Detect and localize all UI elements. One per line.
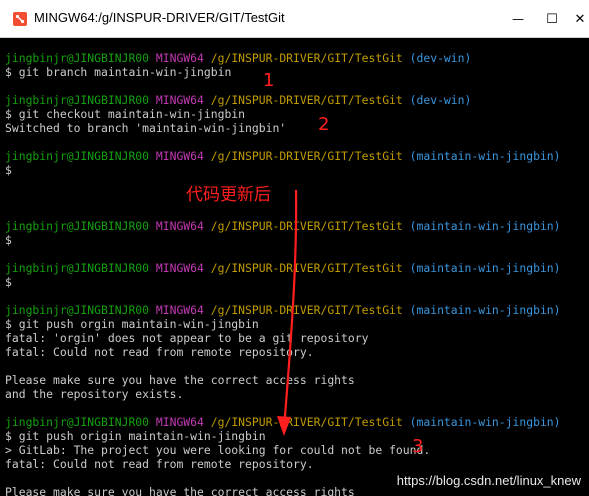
prompt-user-host: jingbinjr@JINGBINJR00 — [5, 51, 150, 65]
output-line: fatal: 'orgin' does not appear to be a g… — [5, 331, 369, 345]
prompt-line: jingbinjr@JINGBINJR00 MINGW64 /g/INSPUR-… — [5, 51, 471, 65]
prompt-line: jingbinjr@JINGBINJR00 MINGW64 /g/INSPUR-… — [5, 261, 561, 275]
command-line: $ git branch maintain-win-jingbin — [5, 65, 232, 79]
prompt-env: MINGW64 — [155, 149, 204, 163]
prompt-path: /g/INSPUR-DRIVER/GIT/TestGit — [210, 415, 403, 429]
annotation-note: 代码更新后 — [186, 185, 271, 205]
prompt-path: /g/INSPUR-DRIVER/GIT/TestGit — [210, 219, 403, 233]
command-line: $ — [5, 275, 12, 289]
close-icon: ✕ — [574, 11, 586, 27]
close-button[interactable]: ✕ — [568, 0, 589, 38]
prompt-path: /g/INSPUR-DRIVER/GIT/TestGit — [210, 303, 403, 317]
prompt-path: /g/INSPUR-DRIVER/GIT/TestGit — [210, 149, 403, 163]
prompt-env: MINGW64 — [155, 93, 204, 107]
prompt-branch: (maintain-win-jingbin) — [409, 303, 561, 317]
prompt-user-host: jingbinjr@JINGBINJR00 — [5, 219, 150, 233]
watermark: https://blog.csdn.net/linux_knew — [396, 473, 581, 488]
prompt-env: MINGW64 — [155, 415, 204, 429]
prompt-branch: (maintain-win-jingbin) — [409, 261, 561, 275]
terminal-area[interactable]: jingbinjr@JINGBINJR00 MINGW64 /g/INSPUR-… — [0, 38, 589, 496]
annotation-number-3: 3 — [412, 436, 424, 457]
git-bash-icon — [13, 12, 27, 26]
prompt-user-host: jingbinjr@JINGBINJR00 — [5, 303, 150, 317]
prompt-env: MINGW64 — [155, 219, 204, 233]
prompt-user-host: jingbinjr@JINGBINJR00 — [5, 415, 150, 429]
annotation-number-2: 2 — [318, 114, 330, 135]
prompt-line: jingbinjr@JINGBINJR00 MINGW64 /g/INSPUR-… — [5, 149, 561, 163]
output-line: fatal: Could not read from remote reposi… — [5, 345, 314, 359]
prompt-env: MINGW64 — [155, 303, 204, 317]
prompt-line: jingbinjr@JINGBINJR00 MINGW64 /g/INSPUR-… — [5, 219, 561, 233]
prompt-env: MINGW64 — [155, 51, 204, 65]
prompt-user-host: jingbinjr@JINGBINJR00 — [5, 261, 150, 275]
prompt-line: jingbinjr@JINGBINJR00 MINGW64 /g/INSPUR-… — [5, 415, 561, 429]
output-line: > GitLab: The project you were looking f… — [5, 443, 431, 457]
prompt-path: /g/INSPUR-DRIVER/GIT/TestGit — [210, 93, 403, 107]
prompt-user-host: jingbinjr@JINGBINJR00 — [5, 93, 150, 107]
window-titlebar[interactable]: MINGW64:/g/INSPUR-DRIVER/GIT/TestGit — ☐… — [0, 0, 589, 38]
prompt-branch: (maintain-win-jingbin) — [409, 415, 561, 429]
minimize-icon: — — [512, 12, 524, 26]
output-line: fatal: Could not read from remote reposi… — [5, 457, 314, 471]
prompt-path: /g/INSPUR-DRIVER/GIT/TestGit — [210, 261, 403, 275]
output-line: Please make sure you have the correct ac… — [5, 485, 355, 496]
minimize-button[interactable]: — — [500, 0, 536, 38]
prompt-line: jingbinjr@JINGBINJR00 MINGW64 /g/INSPUR-… — [5, 303, 561, 317]
annotation-number-1: 1 — [263, 70, 275, 91]
prompt-branch: (dev-win) — [409, 51, 472, 65]
command-line: $ git push origin maintain-win-jingbin — [5, 429, 266, 443]
prompt-path: /g/INSPUR-DRIVER/GIT/TestGit — [210, 51, 403, 65]
maximize-icon: ☐ — [546, 11, 558, 27]
command-line: $ — [5, 233, 12, 247]
output-line: Please make sure you have the correct ac… — [5, 373, 355, 387]
command-line: $ git push orgin maintain-win-jingbin — [5, 317, 259, 331]
prompt-env: MINGW64 — [155, 261, 204, 275]
maximize-button[interactable]: ☐ — [534, 0, 570, 38]
prompt-line: jingbinjr@JINGBINJR00 MINGW64 /g/INSPUR-… — [5, 93, 471, 107]
output-line: and the repository exists. — [5, 387, 184, 401]
output-line: Switched to branch 'maintain-win-jingbin… — [5, 121, 287, 135]
prompt-user-host: jingbinjr@JINGBINJR00 — [5, 149, 150, 163]
command-line: $ — [5, 163, 12, 177]
command-line: $ git checkout maintain-win-jingbin — [5, 107, 246, 121]
window-title: MINGW64:/g/INSPUR-DRIVER/GIT/TestGit — [34, 10, 285, 25]
prompt-branch: (maintain-win-jingbin) — [409, 149, 561, 163]
prompt-branch: (dev-win) — [409, 93, 472, 107]
prompt-branch: (maintain-win-jingbin) — [409, 219, 561, 233]
